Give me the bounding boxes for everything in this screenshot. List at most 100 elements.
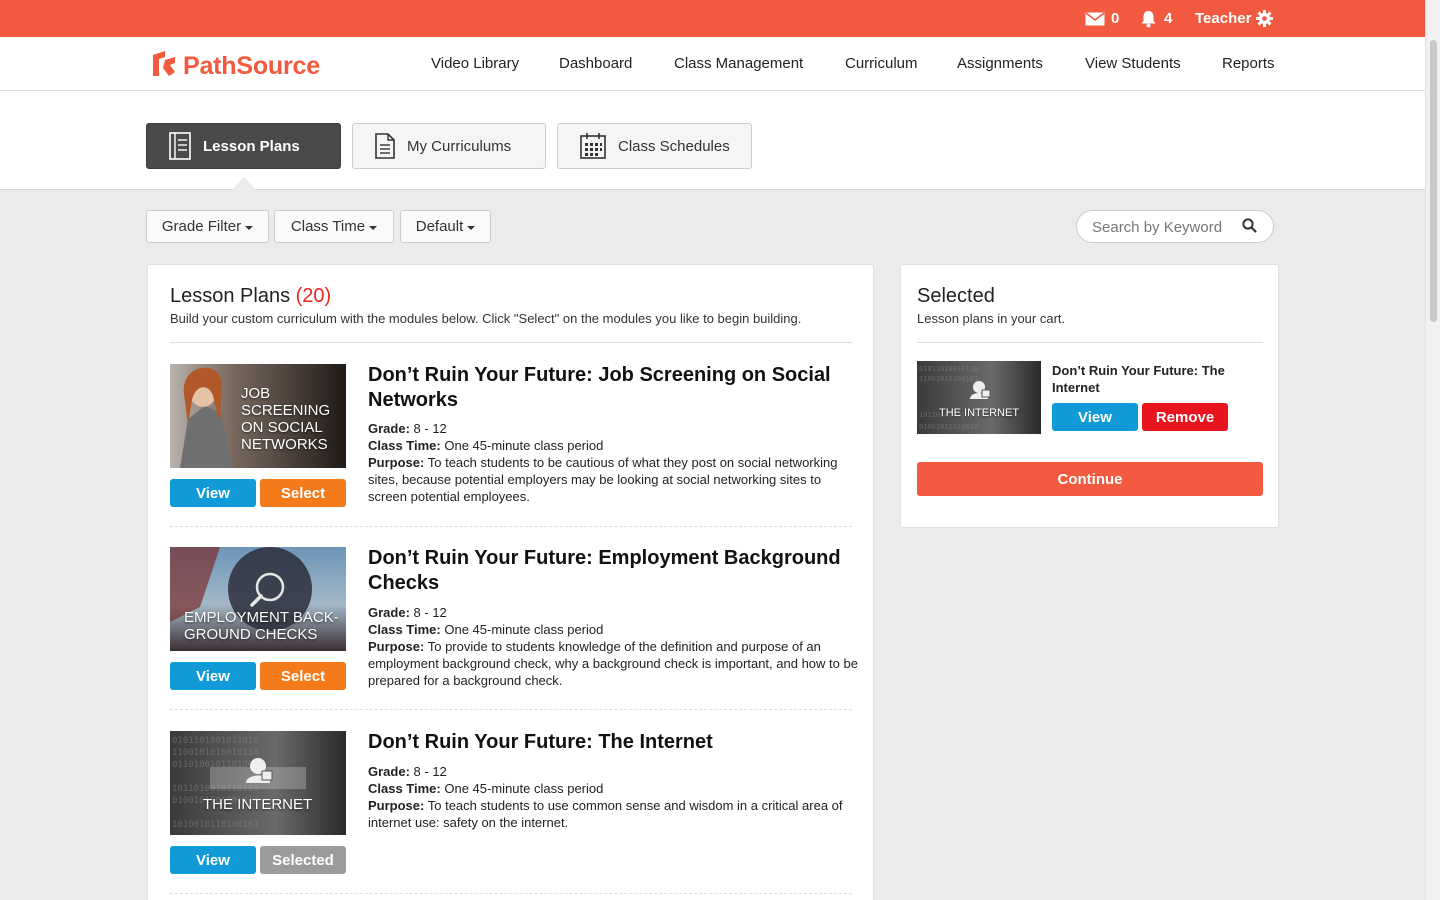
svg-text:1100101010010110: 1100101010010110 <box>172 748 259 758</box>
main-header: PathSource Video Library Dashboard Class… <box>0 37 1425 91</box>
caret-down-icon <box>369 225 378 230</box>
top-utility-bar: 0 4 Teacher <box>0 0 1425 37</box>
lesson-thumbnail[interactable]: JOB SCREENING ON SOCIAL NETWORKS <box>170 364 346 468</box>
select-button[interactable]: Select <box>260 479 346 507</box>
nav-curriculum[interactable]: Curriculum <box>845 37 918 91</box>
selected-cart-panel: Selected Lesson plans in your cart. 0101… <box>900 264 1279 528</box>
lesson-thumbnail[interactable]: 0101101001011010 1100101010010110 0110100… <box>170 731 346 835</box>
notifications-link[interactable]: 4 <box>1140 0 1172 37</box>
lesson-title[interactable]: Don’t Ruin Your Future: The Internet <box>368 730 848 755</box>
tab-class-schedules[interactable]: Class Schedules <box>557 123 752 169</box>
lesson-title[interactable]: Don’t Ruin Your Future: Job Screening on… <box>368 363 848 413</box>
purpose-value: To teach students to use common sense an… <box>368 798 843 830</box>
nav-assignments[interactable]: Assignments <box>957 37 1043 91</box>
bell-icon <box>1140 10 1157 28</box>
messages-count: 0 <box>1111 10 1120 27</box>
grade-label: Grade: <box>368 421 410 436</box>
class-time-dropdown[interactable]: Class Time <box>274 210 394 243</box>
cart-item-title[interactable]: Don’t Ruin Your Future: The Internet <box>1052 362 1252 396</box>
tab-label: Class Schedules <box>618 137 730 155</box>
selected-button[interactable]: Selected <box>260 846 346 874</box>
thumbnail-caption: THE INTERNET <box>939 407 1020 419</box>
view-button[interactable]: View <box>170 662 256 690</box>
remove-button[interactable]: Remove <box>1142 403 1228 431</box>
messages-link[interactable]: 0 <box>1085 0 1119 37</box>
purpose-label: Purpose: <box>368 798 425 813</box>
brand-name: PathSource <box>183 51 320 80</box>
thumbnail-caption: EMPLOYMENT BACK-GROUND CHECKS <box>184 609 339 643</box>
class-time-label: Class Time: <box>368 781 441 796</box>
lesson-plans-title: Lesson Plans <box>170 285 291 307</box>
page-scrollbar[interactable] <box>1425 0 1440 900</box>
tab-my-curriculums[interactable]: My Curriculums <box>352 123 546 169</box>
view-button[interactable]: View <box>170 479 256 507</box>
lesson-plans-heading: Lesson Plans (20) <box>170 285 331 308</box>
sort-label: Default <box>415 218 464 235</box>
document-icon <box>375 133 395 159</box>
class-time-label: Class Time: <box>368 438 441 453</box>
cart-item-thumbnail[interactable]: 01011010010110 11001010100101 10110100101… <box>917 361 1041 434</box>
class-time-value: One 45-minute class period <box>444 781 604 796</box>
lesson-thumbnail[interactable]: EMPLOYMENT BACK-GROUND CHECKS <box>170 547 346 651</box>
svg-text:01001011010010: 01001011010010 <box>919 423 978 431</box>
internet-thumbnail-image: 0101101001011011001010100101 10110100101… <box>917 361 1041 434</box>
scrollbar-thumb[interactable] <box>1430 40 1437 322</box>
lesson-title[interactable]: Don’t Ruin Your Future: Employment Backg… <box>368 546 848 596</box>
section-tabs: Lesson Plans My Curriculums Class Schedu… <box>0 91 1425 190</box>
purpose-value: To provide to students knowledge of the … <box>368 639 858 688</box>
grade-label: Grade: <box>368 605 410 620</box>
class-time-value: One 45-minute class period <box>444 622 604 637</box>
thumbnail-caption: JOB SCREENING ON SOCIAL NETWORKS <box>241 385 331 453</box>
cart-view-button[interactable]: View <box>1052 403 1138 431</box>
search-input[interactable] <box>1092 217 1237 237</box>
lesson-details: Grade: 8 - 12 Class Time: One 45-minute … <box>368 763 858 831</box>
gear-icon[interactable] <box>1256 10 1274 27</box>
purpose-label: Purpose: <box>368 455 425 470</box>
lesson-plans-panel: Lesson Plans (20) Build your custom curr… <box>147 264 874 900</box>
lesson-plans-icon <box>169 132 191 160</box>
continue-button[interactable]: Continue <box>917 462 1263 496</box>
pathsource-logo-icon <box>151 50 177 82</box>
tab-label: Lesson Plans <box>203 137 300 155</box>
calendar-icon <box>580 133 606 159</box>
caret-down-icon <box>467 225 476 230</box>
notifications-count: 4 <box>1164 10 1173 27</box>
user-menu[interactable]: Teacher <box>1195 0 1274 37</box>
envelope-icon <box>1085 11 1105 26</box>
nav-video-library[interactable]: Video Library <box>431 37 519 91</box>
nav-class-management[interactable]: Class Management <box>674 37 803 91</box>
keyword-search <box>1076 210 1274 243</box>
purpose-label: Purpose: <box>368 639 425 654</box>
svg-text:1010010110100101: 1010010110100101 <box>172 820 259 830</box>
sort-dropdown[interactable]: Default <box>400 210 491 243</box>
divider <box>170 893 852 894</box>
thumbnail-caption: THE INTERNET <box>203 796 313 813</box>
purpose-value: To teach students to be cautious of what… <box>368 455 838 504</box>
lesson-details: Grade: 8 - 12 Class Time: One 45-minute … <box>368 604 858 689</box>
brand-logo[interactable]: PathSource <box>151 50 320 82</box>
lesson-plans-subtitle: Build your custom curriculum with the mo… <box>170 311 802 326</box>
select-button[interactable]: Select <box>260 662 346 690</box>
svg-text:11001010100101: 11001010100101 <box>919 375 978 383</box>
class-time-label: Class Time <box>290 218 366 235</box>
grade-filter-dropdown[interactable]: Grade Filter <box>146 210 269 243</box>
nav-view-students[interactable]: View Students <box>1085 37 1181 91</box>
grade-filter-label: Grade Filter <box>161 218 242 235</box>
tab-lesson-plans[interactable]: Lesson Plans <box>146 123 341 169</box>
class-time-value: One 45-minute class period <box>444 438 604 453</box>
nav-reports[interactable]: Reports <box>1222 37 1275 91</box>
search-icon[interactable] <box>1242 218 1257 238</box>
lesson-plans-count: (20) <box>295 285 332 307</box>
divider <box>917 342 1263 343</box>
svg-text:01011010010110: 01011010010110 <box>919 365 978 373</box>
grade-value: 8 - 12 <box>413 605 447 620</box>
active-tab-pointer <box>232 177 256 190</box>
caret-down-icon <box>245 225 254 230</box>
view-button[interactable]: View <box>170 846 256 874</box>
nav-dashboard[interactable]: Dashboard <box>559 37 632 91</box>
user-label: Teacher <box>1195 10 1252 27</box>
grade-label: Grade: <box>368 764 410 779</box>
svg-text:0101101001011010: 0101101001011010 <box>172 736 259 746</box>
tab-label: My Curriculums <box>407 137 512 155</box>
divider <box>170 342 852 343</box>
